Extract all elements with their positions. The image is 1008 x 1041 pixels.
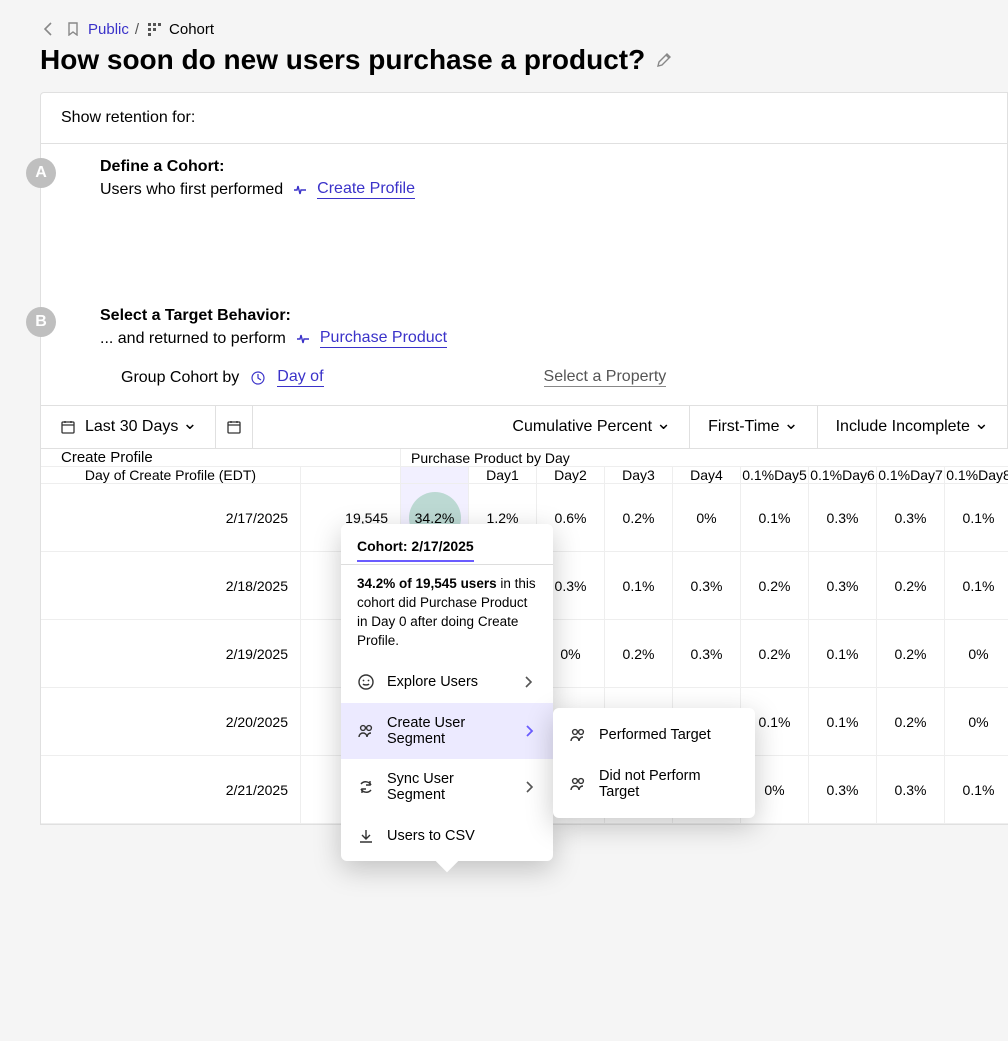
pct-cell[interactable]: 0.1% [945, 484, 1008, 552]
sync-icon [357, 778, 375, 796]
group-by-value[interactable]: Day of [277, 368, 323, 387]
day-header-7: 0.1%Day7 [877, 467, 945, 484]
breadcrumb: Public / Cohort [40, 20, 1008, 38]
toolbar: Last 30 Days Cumulative Percent First-Ti… [41, 405, 1007, 448]
pct-cell[interactable]: 0% [945, 620, 1008, 688]
grid-icon [145, 20, 163, 38]
date-cell: 2/21/2025 [41, 756, 301, 824]
smile-icon [357, 673, 375, 691]
pct-cell[interactable]: 0.2% [605, 484, 673, 552]
users-header [301, 467, 401, 484]
segment-submenu: Performed Target Did not Perform Target [553, 708, 755, 818]
pct-cell[interactable]: 0.3% [673, 552, 741, 620]
day-header-0 [401, 467, 469, 484]
pct-cell[interactable]: 0.3% [809, 484, 877, 552]
date-cell: 2/18/2025 [41, 552, 301, 620]
pct-cell[interactable]: 0.1% [605, 552, 673, 620]
calendar-icon [59, 418, 77, 436]
calendar-icon [226, 418, 242, 436]
day-header-2: Day2 [537, 467, 605, 484]
page-title: How soon do new users purchase a product… [40, 44, 1008, 76]
bookmark-icon[interactable] [64, 20, 82, 38]
pct-cell[interactable]: 0.3% [877, 484, 945, 552]
pulse-icon [293, 183, 307, 197]
popover-text: 34.2% of 19,545 users in this cohort did… [341, 575, 553, 661]
back-icon[interactable] [40, 20, 58, 38]
clock-icon [249, 369, 267, 387]
download-icon [357, 827, 375, 845]
table-left-title: Create Profile [41, 449, 401, 467]
pct-cell[interactable]: 0.3% [877, 756, 945, 824]
chevron-right-icon [521, 722, 537, 740]
cumulative-toggle[interactable]: Cumulative Percent [253, 406, 690, 448]
users-to-csv[interactable]: Users to CSV [341, 815, 553, 857]
first-time-toggle[interactable]: First-Time [690, 406, 817, 448]
pct-cell[interactable]: 0.2% [877, 620, 945, 688]
pct-cell[interactable]: 0.3% [809, 756, 877, 824]
explore-users[interactable]: Explore Users [341, 661, 553, 703]
date-range[interactable]: Last 30 Days [41, 406, 216, 448]
sync-user-segment[interactable]: Sync User Segment [341, 759, 553, 815]
date-cell: 2/20/2025 [41, 688, 301, 756]
step-a-badge: A [26, 158, 56, 188]
step-b-title: Select a Target Behavior: [100, 307, 447, 325]
breadcrumb-public[interactable]: Public [88, 21, 129, 38]
popover-title: Cohort: 2/17/2025 [357, 538, 474, 562]
pct-cell[interactable]: 0.2% [741, 620, 809, 688]
edit-icon[interactable] [655, 51, 673, 69]
performed-target[interactable]: Performed Target [553, 714, 755, 756]
pct-cell[interactable]: 0% [673, 484, 741, 552]
pct-cell[interactable]: 0.2% [877, 552, 945, 620]
step-a-event[interactable]: Create Profile [317, 180, 415, 199]
step-a-line: Users who first performed [100, 181, 283, 199]
users-icon [569, 726, 587, 744]
row-label-header: Day of Create Profile (EDT) [41, 467, 301, 484]
day-header-5: 0.1%Day5 [741, 467, 809, 484]
cohort-popover: Cohort: 2/17/2025 34.2% of 19,545 users … [341, 524, 553, 861]
select-property[interactable]: Select a Property [544, 368, 667, 387]
day-header-8: 0.1%Day8 [945, 467, 1008, 484]
table-right-title: Purchase Product by Day [401, 449, 1008, 467]
calendar-secondary[interactable] [216, 406, 253, 448]
pct-cell[interactable]: 0.1% [741, 484, 809, 552]
pct-cell[interactable]: 0.3% [809, 552, 877, 620]
day-header-4: Day4 [673, 467, 741, 484]
date-cell: 2/17/2025 [41, 484, 301, 552]
include-incomplete-toggle[interactable]: Include Incomplete [818, 406, 1007, 448]
day-header-3: Day3 [605, 467, 673, 484]
pct-cell[interactable]: 0.1% [945, 552, 1008, 620]
chevron-right-icon [519, 673, 537, 691]
step-b: B Select a Target Behavior: ... and retu… [41, 293, 1007, 362]
step-a: A Define a Cohort: Users who first perfo… [41, 144, 1007, 213]
create-user-segment[interactable]: Create User Segment [341, 703, 553, 759]
day-header-1: Day1 [469, 467, 537, 484]
breadcrumb-separator: / [135, 21, 139, 38]
group-by-row: Group Cohort by Day of Select a Property [41, 362, 1007, 405]
step-b-event[interactable]: Purchase Product [320, 329, 447, 348]
pulse-icon [296, 332, 310, 346]
config-card: Show retention for: A Define a Cohort: U… [40, 92, 1008, 825]
breadcrumb-cohort: Cohort [169, 21, 214, 38]
group-by-label: Group Cohort by [121, 369, 239, 387]
pct-cell[interactable]: 0.2% [877, 688, 945, 756]
step-b-badge: B [26, 307, 56, 337]
chevron-right-icon [520, 778, 537, 796]
users-icon [569, 775, 587, 793]
users-icon [357, 722, 375, 740]
did-not-perform-target[interactable]: Did not Perform Target [553, 756, 755, 812]
pct-cell[interactable]: 0.1% [809, 688, 877, 756]
pct-cell[interactable]: 0.1% [809, 620, 877, 688]
pct-cell[interactable]: 0.1% [945, 756, 1008, 824]
date-cell: 2/19/2025 [41, 620, 301, 688]
pct-cell[interactable]: 0.2% [741, 552, 809, 620]
pct-cell[interactable]: 0.2% [605, 620, 673, 688]
pct-cell[interactable]: 0.3% [673, 620, 741, 688]
retention-label: Show retention for: [41, 93, 1007, 144]
pct-cell[interactable]: 0% [945, 688, 1008, 756]
step-a-title: Define a Cohort: [100, 158, 415, 176]
day-header-6: 0.1%Day6 [809, 467, 877, 484]
step-b-line: ... and returned to perform [100, 330, 286, 348]
